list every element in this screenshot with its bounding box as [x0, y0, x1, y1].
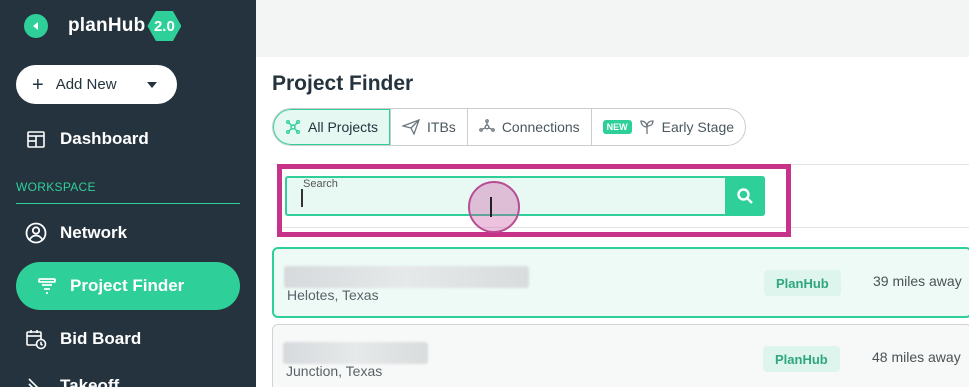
paper-plane-icon	[402, 119, 421, 135]
sidebar-item-network[interactable]: Network	[24, 221, 127, 245]
sidebar-item-bid-board[interactable]: Bid Board	[24, 327, 141, 351]
brand-logo: planHub	[68, 15, 146, 36]
source-badge: PlanHub	[763, 346, 840, 372]
project-distance: 48 miles away	[872, 349, 961, 365]
workspace-label: WORKSPACE	[16, 180, 96, 194]
project-location: Junction, Texas	[286, 363, 383, 379]
tab-all-projects[interactable]: All Projects	[273, 109, 391, 145]
project-card[interactable]: Helotes, Texas PlanHub 39 miles away	[272, 247, 969, 318]
version-badge: 2.0	[147, 11, 182, 41]
sidebar: planHub 2.0 + Add New Dashboard WORKSPAC…	[0, 0, 256, 387]
click-indicator	[468, 181, 520, 233]
logo-row: planHub 2.0	[24, 11, 182, 41]
network-hub-icon	[285, 119, 301, 135]
tab-label: Early Stage	[661, 119, 735, 135]
dashboard-calendar-icon	[24, 127, 48, 151]
sidebar-item-label: Project Finder	[70, 276, 185, 295]
calendar-clock-icon	[24, 327, 48, 351]
add-new-label: Add New	[55, 76, 117, 93]
focus-highlight-frame	[277, 164, 791, 237]
sidebar-item-takeoff[interactable]: Takeoff	[24, 374, 119, 387]
sidebar-item-label: Takeoff	[60, 376, 120, 387]
main-content: Project Finder All Projects ITBs Connect…	[256, 57, 969, 387]
sidebar-item-label: Network	[60, 223, 128, 242]
project-card[interactable]: Junction, Texas PlanHub 48 miles away	[272, 324, 969, 387]
tab-itbs[interactable]: ITBs	[390, 109, 467, 145]
caret-down-icon	[147, 82, 157, 88]
project-location: Helotes, Texas	[287, 287, 379, 303]
tab-connections[interactable]: Connections	[466, 109, 591, 145]
top-bar	[256, 0, 969, 57]
plus-icon: +	[32, 73, 44, 96]
tab-early-stage[interactable]: NEW Early Stage	[590, 109, 745, 145]
new-badge: NEW	[602, 120, 632, 134]
filter-funnel-icon	[36, 275, 58, 297]
add-new-button[interactable]: + Add New	[16, 65, 177, 104]
sidebar-item-project-finder[interactable]: Project Finder	[16, 262, 240, 310]
tab-label: Connections	[501, 119, 580, 135]
redacted-project-name	[283, 342, 428, 364]
sidebar-item-label: Dashboard	[60, 129, 149, 148]
project-tabs: All Projects ITBs Connections NEW Early …	[272, 108, 747, 146]
collapse-sidebar-button[interactable]	[24, 14, 48, 38]
page-title: Project Finder	[272, 72, 414, 95]
sidebar-item-label: Bid Board	[60, 329, 142, 348]
ruler-icon	[24, 374, 48, 387]
user-circle-icon	[24, 221, 48, 245]
workspace-divider	[16, 203, 240, 204]
tab-label: ITBs	[427, 119, 456, 135]
text-cursor-icon	[490, 197, 492, 217]
sprout-icon	[639, 119, 655, 135]
redacted-project-name	[284, 266, 529, 288]
source-badge: PlanHub	[764, 270, 841, 296]
tab-label: All Projects	[308, 119, 379, 135]
sidebar-item-dashboard[interactable]: Dashboard	[24, 127, 149, 151]
project-distance: 39 miles away	[873, 273, 962, 289]
chevron-left-icon	[33, 22, 38, 30]
connections-icon	[478, 119, 495, 135]
